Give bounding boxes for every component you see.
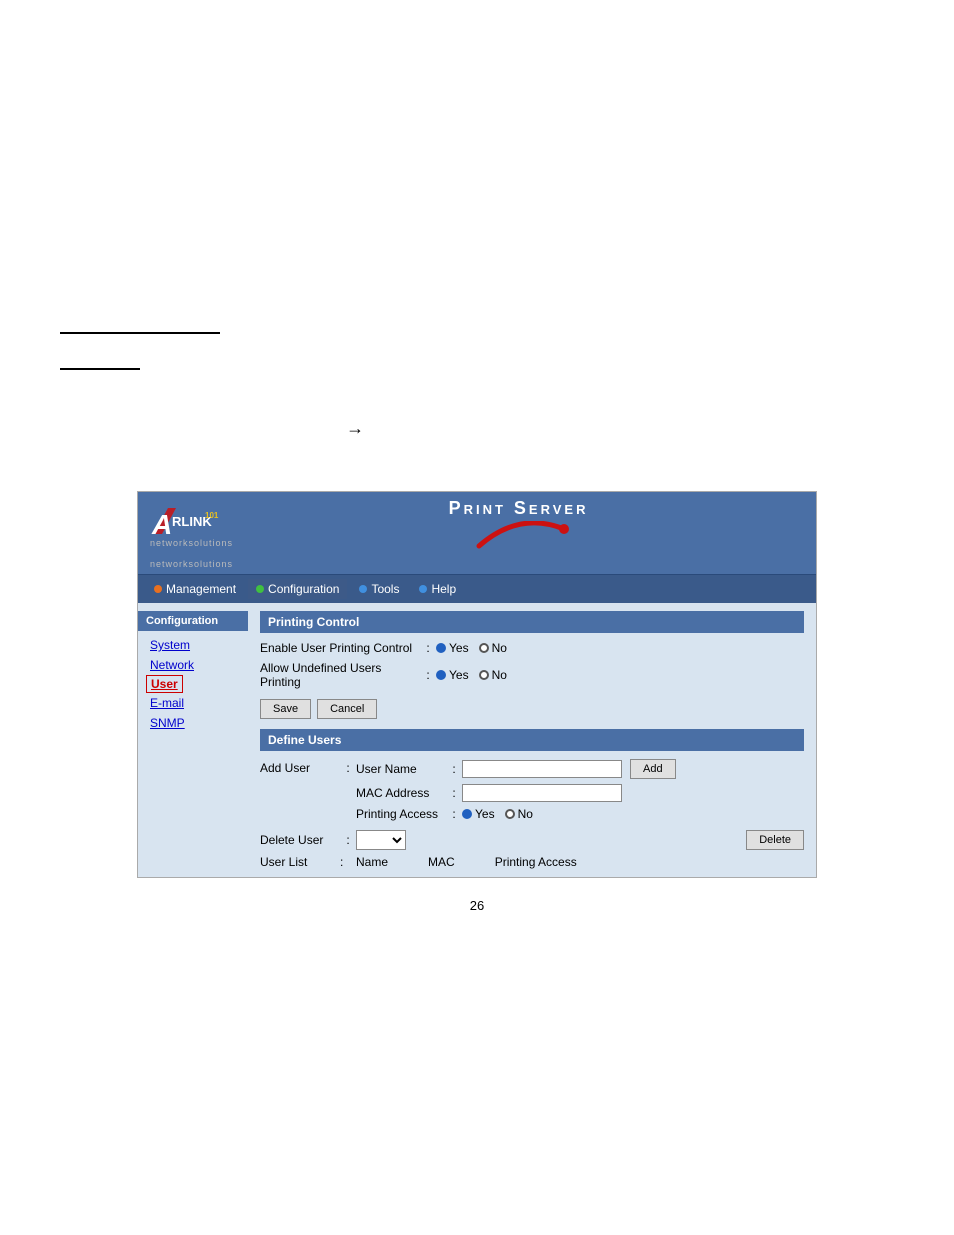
printing-access-yes-dot bbox=[462, 809, 472, 819]
svg-text:101: 101 bbox=[205, 511, 219, 520]
define-users-section: Define Users Add User : User Name : Add bbox=[260, 729, 804, 869]
define-users-header: Define Users bbox=[260, 729, 804, 751]
printing-control-header: Printing Control bbox=[260, 611, 804, 633]
divider-1 bbox=[60, 332, 220, 334]
user-name-label: User Name bbox=[356, 762, 446, 776]
printing-access-no-label: No bbox=[518, 807, 533, 821]
nav-configuration[interactable]: Configuration bbox=[248, 579, 347, 599]
logo-subtitle: networksolutions bbox=[150, 538, 233, 548]
cancel-button[interactable]: Cancel bbox=[317, 699, 377, 719]
add-user-label: Add User bbox=[260, 759, 340, 775]
airlink-logo-svg: A RLINK 101 bbox=[150, 504, 220, 542]
nav-management[interactable]: Management bbox=[146, 579, 244, 599]
nav-dot-configuration bbox=[256, 585, 264, 593]
nav-tools[interactable]: Tools bbox=[351, 579, 407, 599]
delete-sep: : bbox=[340, 833, 356, 847]
printing-access-radio-group: Yes No bbox=[462, 807, 533, 821]
sidebar-item-system[interactable]: System bbox=[138, 635, 248, 655]
enable-printing-row: Enable User Printing Control : Yes No bbox=[260, 641, 804, 655]
mac-address-sep: : bbox=[446, 786, 462, 800]
nav-help[interactable]: Help bbox=[411, 579, 464, 599]
ui-screenshot: A RLINK 101 networksolutions Print Serve… bbox=[137, 491, 817, 878]
page-number: 26 bbox=[60, 898, 894, 913]
enable-printing-yes-dot bbox=[436, 643, 446, 653]
sidebar-item-user[interactable]: User bbox=[146, 675, 183, 693]
header: A RLINK 101 networksolutions Print Serve… bbox=[138, 492, 816, 556]
content-area: Printing Control Enable User Printing Co… bbox=[248, 603, 816, 877]
delete-user-row: Delete User : Delete bbox=[260, 830, 804, 850]
right-arrow-icon: → bbox=[346, 418, 364, 439]
mac-address-input[interactable] bbox=[462, 784, 622, 802]
save-button[interactable]: Save bbox=[260, 699, 311, 719]
allow-undefined-row: Allow Undefined Users Printing : Yes No bbox=[260, 661, 804, 689]
svg-text:A: A bbox=[151, 509, 172, 540]
allow-undefined-yes[interactable]: Yes bbox=[436, 668, 469, 682]
user-list-access-header: Printing Access bbox=[495, 855, 577, 869]
sidebar: Configuration System Network User E-mail… bbox=[138, 603, 248, 877]
nav-dot-tools bbox=[359, 585, 367, 593]
add-user-row: Add User : User Name : Add bbox=[260, 759, 804, 826]
delete-button[interactable]: Delete bbox=[746, 830, 804, 850]
user-name-input[interactable] bbox=[462, 760, 622, 778]
enable-printing-sep: : bbox=[420, 641, 436, 655]
mac-address-row: MAC Address : bbox=[356, 784, 804, 802]
main-content: Configuration System Network User E-mail… bbox=[138, 603, 816, 877]
add-button[interactable]: Add bbox=[630, 759, 676, 779]
nav-tools-label: Tools bbox=[371, 582, 399, 596]
save-cancel-row: Save Cancel bbox=[260, 699, 804, 719]
nav-management-label: Management bbox=[166, 582, 236, 596]
user-list-table: Name MAC Printing Access bbox=[356, 855, 804, 869]
delete-user-select[interactable] bbox=[356, 830, 406, 850]
user-name-row: User Name : Add bbox=[356, 759, 804, 779]
sidebar-item-snmp[interactable]: SNMP bbox=[138, 713, 248, 733]
nav-configuration-label: Configuration bbox=[268, 582, 339, 596]
enable-printing-no[interactable]: No bbox=[479, 641, 507, 655]
divider-2 bbox=[60, 368, 140, 370]
enable-printing-yes[interactable]: Yes bbox=[436, 641, 469, 655]
allow-undefined-no[interactable]: No bbox=[479, 668, 507, 682]
enable-printing-no-label: No bbox=[492, 641, 507, 655]
printing-access-row: Printing Access : Yes No bbox=[356, 807, 804, 821]
nav-help-label: Help bbox=[431, 582, 456, 596]
printing-access-label: Printing Access bbox=[356, 807, 446, 821]
allow-undefined-sep: : bbox=[420, 668, 436, 682]
allow-undefined-radio-group: Yes No bbox=[436, 668, 507, 682]
arrow-instruction: → bbox=[60, 418, 894, 439]
printing-access-no-dot bbox=[505, 809, 515, 819]
enable-printing-label: Enable User Printing Control bbox=[260, 641, 420, 655]
printing-access-yes-label: Yes bbox=[475, 807, 495, 821]
printing-access-sep: : bbox=[446, 807, 462, 821]
enable-printing-yes-label: Yes bbox=[449, 641, 469, 655]
printing-access-no[interactable]: No bbox=[505, 807, 533, 821]
sidebar-section-header: Configuration bbox=[138, 611, 248, 631]
user-name-sep: : bbox=[446, 762, 462, 776]
allow-undefined-yes-dot bbox=[436, 670, 446, 680]
add-user-fields: User Name : Add MAC Address : bbox=[356, 759, 804, 826]
user-list-row: User List : Name MAC Printing Access bbox=[260, 855, 804, 869]
user-list-mac-header: MAC bbox=[428, 855, 455, 869]
sidebar-item-email[interactable]: E-mail bbox=[138, 693, 248, 713]
mac-address-label: MAC Address bbox=[356, 786, 446, 800]
allow-undefined-yes-label: Yes bbox=[449, 668, 469, 682]
arrow-text bbox=[60, 421, 338, 436]
add-user-sep: : bbox=[340, 759, 356, 775]
sidebar-item-network[interactable]: Network bbox=[138, 655, 248, 675]
red-swoosh-icon bbox=[469, 521, 569, 551]
allow-undefined-label: Allow Undefined Users Printing bbox=[260, 661, 420, 689]
networking-solutions-text: networksolutions bbox=[150, 559, 233, 569]
nav-bar: Management Configuration Tools Help bbox=[138, 574, 816, 603]
allow-undefined-no-dot bbox=[479, 670, 489, 680]
allow-undefined-no-label: No bbox=[492, 668, 507, 682]
nav-dot-management bbox=[154, 585, 162, 593]
user-list-name-header: Name bbox=[356, 855, 388, 869]
delete-user-label: Delete User bbox=[260, 833, 340, 847]
enable-printing-no-dot bbox=[479, 643, 489, 653]
logo: A RLINK 101 networksolutions bbox=[150, 504, 233, 548]
printing-access-yes[interactable]: Yes bbox=[462, 807, 495, 821]
user-list-sep: : bbox=[340, 855, 356, 869]
enable-printing-radio-group: Yes No bbox=[436, 641, 507, 655]
print-server-title: Print Server bbox=[233, 498, 804, 519]
user-list-label: User List bbox=[260, 855, 340, 869]
nav-dot-help bbox=[419, 585, 427, 593]
